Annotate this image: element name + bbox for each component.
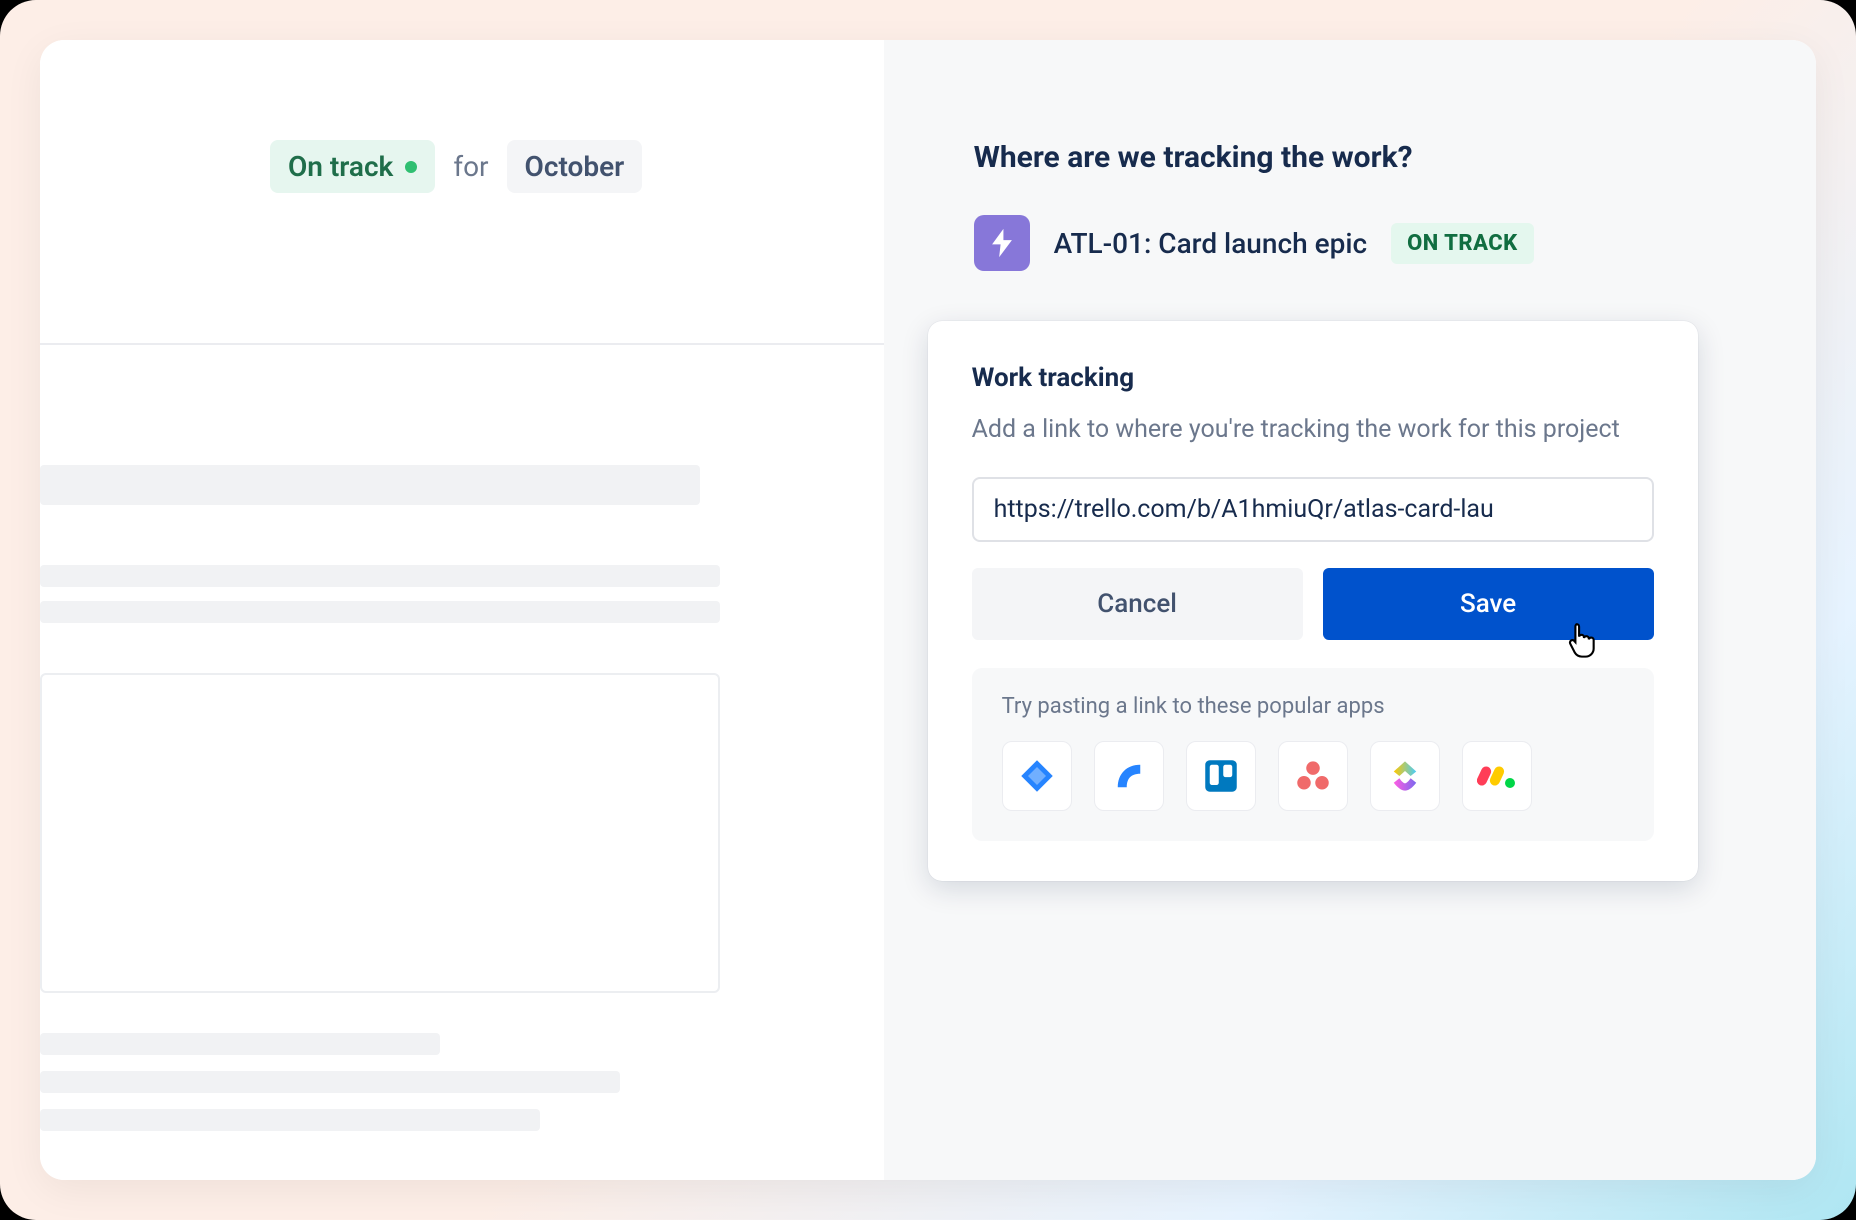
app-tile-asana[interactable] [1278,741,1348,811]
epic-row: ATL-01: Card launch epic ON TRACK [974,215,1766,271]
jira-product-discovery-icon [1111,758,1147,794]
skeleton-line [40,565,720,587]
skeleton-line [40,601,720,623]
section-title: Where are we tracking the work? [974,140,1766,175]
work-tracking-card: Work tracking Add a link to where you're… [928,321,1698,881]
epic-label: ATL-01: Card launch epic [1054,227,1367,260]
skeleton-line [40,1071,620,1093]
card-description: Add a link to where you're tracking the … [972,411,1654,449]
work-link-input[interactable] [972,477,1654,542]
skeleton-line [40,465,700,505]
cancel-button[interactable]: Cancel [972,568,1303,640]
app-tile-trello[interactable] [1186,741,1256,811]
app-window: On track for October Where are we tracki… [40,40,1816,1180]
jira-icon [1019,758,1055,794]
status-chip[interactable]: On track [270,140,435,193]
app-tile-jira-product-discovery[interactable] [1094,741,1164,811]
save-button[interactable]: Save [1323,568,1654,640]
trello-icon [1203,758,1239,794]
status-dot-icon [405,161,417,173]
page-background: On track for October Where are we tracki… [0,0,1856,1220]
save-button-label: Save [1460,589,1516,619]
clickup-icon [1387,758,1423,794]
epic-icon [974,215,1030,271]
asana-icon [1295,758,1331,794]
skeleton-box [40,673,720,993]
card-title: Work tracking [972,363,1654,393]
popular-apps-label: Try pasting a link to these popular apps [1002,694,1624,719]
monday-icon [1477,760,1517,792]
month-chip[interactable]: October [507,140,643,193]
skeleton-line [40,1109,540,1131]
status-badge: ON TRACK [1391,223,1534,264]
status-chip-label: On track [288,150,393,183]
app-tile-jira[interactable] [1002,741,1072,811]
skeleton-line [40,1033,440,1055]
status-for-label: for [453,150,488,183]
status-row: On track for October [270,140,854,193]
divider [40,343,884,345]
popular-apps-row [1002,741,1624,811]
button-row: Cancel Save [972,568,1654,640]
app-tile-monday[interactable] [1462,741,1532,811]
popular-apps-box: Try pasting a link to these popular apps [972,668,1654,841]
app-tile-clickup[interactable] [1370,741,1440,811]
left-pane: On track for October [40,40,884,1180]
right-pane: Where are we tracking the work? ATL-01: … [884,40,1816,1180]
cursor-icon [1566,620,1600,658]
